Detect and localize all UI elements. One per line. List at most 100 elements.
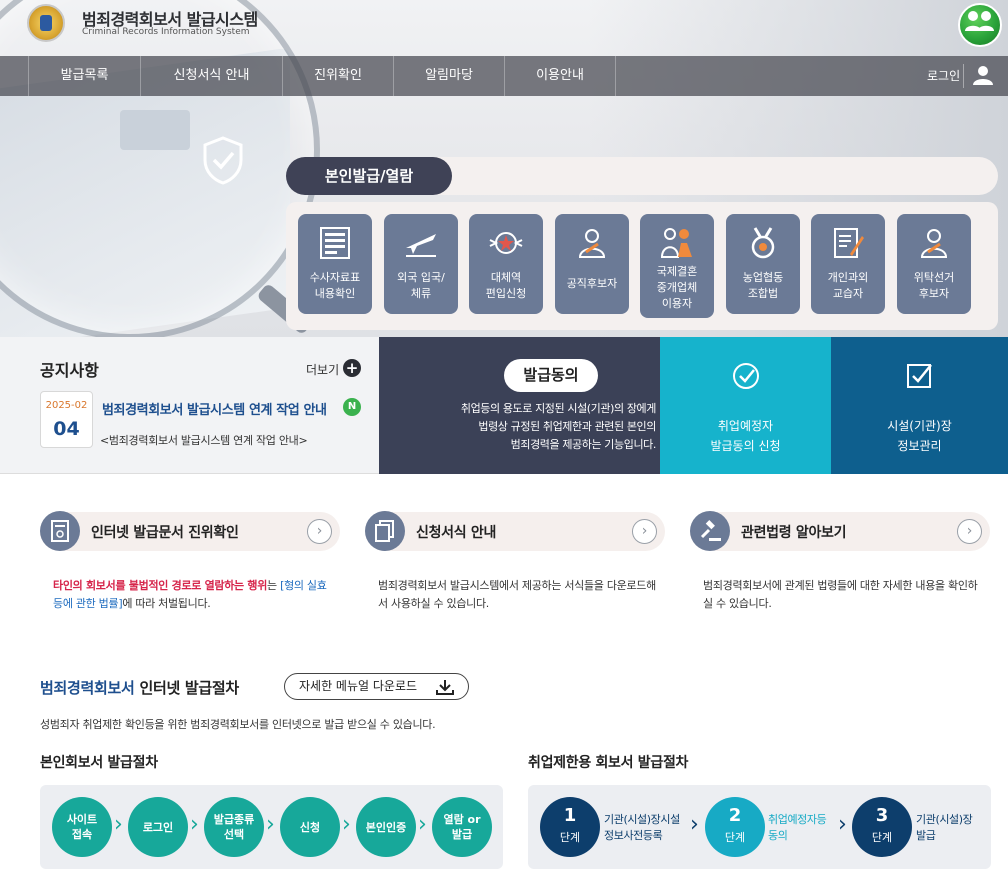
service-laws-desc: 범죄경력회보서에 관계된 법령들에 대한 자세한 내용을 확인하실 수 있습니다… [703,579,978,610]
login-link[interactable]: 로그인 [927,56,960,96]
tile-label-line2: 후보자 [918,287,950,300]
couple-icon [660,228,692,258]
service-verify-desc: 타인의 회보서를 불법적인 경로로 열람하는 행위는 [형의 실효등에 관한 법… [53,577,333,613]
tile-label-line2: 조합법 [747,287,779,300]
notice-summary: <범죄경력회보서 발급시스템 연계 작업 안내> [100,434,308,447]
step-line2: 정보사전등록 [604,829,663,842]
step-number: 2 [728,805,742,826]
chevron-right-icon: › [266,812,275,837]
document-pen-icon [834,228,864,258]
step-line1: 기관(시설)장시설 [604,813,680,826]
chevron-right-icon[interactable]: › [957,519,982,544]
documents-icon [365,511,405,551]
site-subtitle: Criminal Records Information System [82,27,250,37]
self-issue-title: 본인발급/열람 [286,157,452,195]
tile-label-line1: 위탁선거 [913,271,955,284]
notice-title: 공지사항 [40,361,99,380]
tile-label-line2: 편입신청 [485,287,527,300]
notice-date: 2025-02 04 [40,391,93,448]
police-emblem-icon[interactable] [27,4,65,42]
download-icon [436,680,454,695]
service-forms-title[interactable]: 신청서식 안내 [416,522,496,542]
employment-consent-label: 취업예정자 발급동의 신청 [660,416,831,456]
tile-international-marriage[interactable]: 국제결혼 중개업체 이용자 [640,214,714,318]
check-circle-icon [733,363,759,389]
step-line1: 취업예정자등 [768,813,827,826]
step-line2: 발급 [451,828,473,841]
consent-desc-line1: 취업등의 용도로 지정된 시설(기관)의 장에게 [460,402,657,415]
step-line1: 사이트 [66,813,98,826]
step-line1: 로그인 [142,820,174,834]
tile-label-line2: 중개업체 [656,281,698,294]
self-step-3: 발급종류 선택 [204,797,264,857]
facility-head-button[interactable]: 시설(기관)장 정보관리 [831,337,1008,474]
more-link[interactable]: 더보기 [306,361,339,378]
consent-desc-line3: 범죄경력을 제공하는 기능입니다. [510,438,657,451]
self-procedure-title: 본인회보서 발급절차 [40,755,158,771]
tile-label-line1: 외국 입국/ [397,271,445,284]
notice-date-month: 2025-02 [45,400,88,411]
service-forms-desc: 범죄경력회보서 발급시스템에서 제공하는 서식들을 다운로드해서 사용하실 수 … [378,579,656,610]
employ-procedure-title: 취업제한용 회보서 발급절차 [528,755,689,771]
nav-item-issue-list[interactable]: 발급목록 [28,56,140,96]
site-header: 범죄경력회보서 발급시스템 Criminal Records Informati… [0,0,1008,56]
nav-item-guide[interactable]: 이용안내 [504,56,616,96]
login-divider [963,64,964,88]
campaign-logo-icon[interactable] [958,3,1002,47]
tile-investigation-record[interactable]: 수사자료표 내용확인 [298,214,372,314]
employ-step-1: 1 단계 [540,797,600,857]
service-forms-card[interactable] [365,512,665,551]
consent-title[interactable]: 발급동의 [504,359,598,392]
tile-alternative-service[interactable]: 대체역 편입신청 [469,214,543,314]
nav-item-verification[interactable]: 진위확인 [282,56,393,96]
document-list-icon [320,227,350,259]
notice-headline-link[interactable]: 범죄경력회보서 발급시스템 연계 작업 안내 [102,399,327,418]
employment-consent-line1: 취업예정자 [717,419,774,433]
chevron-right-icon: › [838,812,847,837]
chevron-right-icon: › [418,812,427,837]
manual-download-label: 자세한 메뉴얼 다운로드 [299,679,418,693]
tile-private-tutor[interactable]: 개인과외 교습자 [811,214,885,314]
chevron-right-icon[interactable]: › [632,519,657,544]
employ-step-2-label: 취업예정자등 동의 [768,812,827,844]
procedure-description: 성범죄자 취업제한 확인등을 위한 범죄경력회보서를 인터넷으로 발급 받으실 … [40,718,436,731]
tile-label-line1: 농업협동 [742,271,784,284]
people-icon [965,11,994,31]
tile-label-line2: 내용확인 [314,287,356,300]
check-square-icon [907,364,932,388]
notice-date-day: 04 [53,418,80,440]
tile-label-line1: 개인과외 [827,271,869,284]
chevron-right-icon: › [690,812,699,837]
tile-overseas-entry[interactable]: 외국 입국/ 체류 [384,214,458,314]
manual-download-button[interactable]: 자세한 메뉴얼 다운로드 [284,673,469,700]
employ-step-3-label: 기관(시설)장 발급 [916,812,973,844]
procedure-title-accent: 범죄경력회보서 [40,679,135,697]
user-icon[interactable] [972,64,994,86]
consent-desc-line2: 법령상 규정된 취업제한과 관련된 본인의 [478,420,656,433]
chevron-right-icon: › [114,812,123,837]
tile-public-office-candidate[interactable]: 공직후보자 [555,214,629,314]
tile-agricultural-cooperative[interactable]: 농업협동 조합법 [726,214,800,314]
employment-consent-line2: 발급동의 신청 [710,439,781,453]
step-line2: 발급 [916,829,936,842]
self-step-1: 사이트 접속 [52,797,112,857]
employment-consent-button[interactable]: 취업예정자 발급동의 신청 [660,337,831,474]
step-line2: 선택 [223,828,245,841]
step-line1: 신청 [299,820,321,834]
nav-item-forms[interactable]: 신청서식 안내 [140,56,282,96]
tile-label-line2: 체류 [410,287,432,300]
warning-end-text: 에 따라 처벌됩니다. [122,597,211,610]
plus-icon[interactable]: + [343,359,361,377]
tile-label-line2: 교습자 [832,287,864,300]
chevron-right-icon[interactable]: › [307,519,332,544]
nav-item-notice-board[interactable]: 알림마당 [393,56,504,96]
step-unit: 단계 [724,831,746,844]
step-number: 1 [563,805,577,826]
tile-entrusted-election[interactable]: 위탁선거 후보자 [897,214,971,314]
step-line1: 기관(시설)장 [916,813,973,826]
step-number: 3 [875,805,889,826]
military-emblem-icon [489,232,523,254]
service-laws-title[interactable]: 관련법령 알아보기 [741,522,847,542]
service-verify-title[interactable]: 인터넷 발급문서 진위확인 [91,522,239,542]
self-step-4: 신청 [280,797,340,857]
